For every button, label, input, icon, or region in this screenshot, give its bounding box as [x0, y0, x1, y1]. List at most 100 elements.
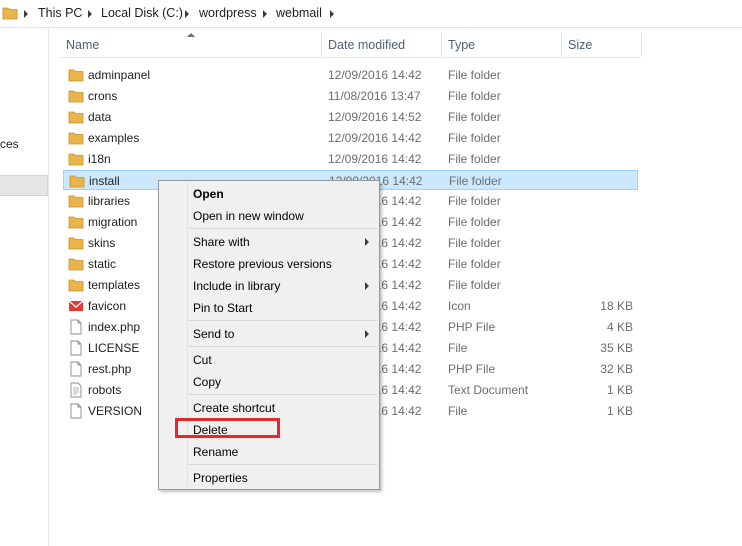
- file-icon: [68, 403, 84, 419]
- submenu-arrow-icon: [365, 282, 369, 290]
- folder-icon: [68, 67, 84, 83]
- file-icon: [68, 361, 84, 377]
- column-header-type[interactable]: Type: [442, 33, 562, 57]
- file-name: libraries: [88, 194, 131, 208]
- file-name: index.php: [88, 320, 141, 334]
- file-type: File folder: [448, 215, 501, 229]
- file-type: File folder: [448, 131, 501, 145]
- file-type: File folder: [448, 257, 501, 271]
- context-menu: Open Open in new window Share with Resto…: [158, 180, 380, 490]
- text-file-icon: [68, 382, 84, 398]
- file-row[interactable]: crons 11/08/2016 13:47 File folder: [63, 86, 637, 106]
- menu-separator: [189, 228, 377, 229]
- chevron-right-icon[interactable]: [263, 10, 267, 18]
- menu-item-copy[interactable]: Copy: [193, 375, 221, 389]
- file-name: install: [89, 174, 120, 188]
- chevron-right-icon[interactable]: [330, 10, 334, 18]
- folder-icon: [68, 109, 84, 125]
- file-date: 12/09/2016 14:52: [328, 110, 422, 124]
- file-size: 18 KB: [600, 299, 633, 313]
- menu-item-restore-previous-versions[interactable]: Restore previous versions: [193, 257, 332, 271]
- file-type: Text Document: [448, 383, 529, 397]
- file-type: File folder: [448, 110, 501, 124]
- chevron-right-icon[interactable]: [88, 10, 92, 18]
- menu-item-share-with[interactable]: Share with: [193, 235, 250, 249]
- file-type: PHP File: [448, 362, 496, 376]
- file-size: 32 KB: [600, 362, 633, 376]
- file-icon: [68, 340, 84, 356]
- file-name: templates: [88, 278, 141, 292]
- file-name: VERSION: [88, 404, 143, 418]
- file-row[interactable]: data 12/09/2016 14:52 File folder: [63, 107, 637, 127]
- column-header-size[interactable]: Size: [562, 33, 642, 57]
- file-type: File: [448, 341, 468, 355]
- file-size: 1 KB: [606, 383, 633, 397]
- file-name: data: [88, 110, 112, 124]
- navigation-pane: ces: [0, 28, 49, 546]
- menu-item-open-new-window[interactable]: Open in new window: [193, 209, 304, 223]
- menu-item-send-to[interactable]: Send to: [193, 327, 234, 341]
- file-size: 1 KB: [606, 404, 633, 418]
- header-divider: [60, 57, 640, 58]
- nav-item-label[interactable]: ces: [0, 137, 19, 151]
- file-type: Icon: [448, 299, 471, 313]
- folder-icon: [68, 235, 84, 251]
- nav-item-selected[interactable]: [0, 175, 48, 196]
- file-type: File folder: [448, 236, 501, 250]
- file-row[interactable]: adminpanel 12/09/2016 14:42 File folder: [63, 65, 637, 85]
- breadcrumb-item[interactable]: wordpress: [199, 6, 257, 20]
- file-name: skins: [88, 236, 116, 250]
- file-type: File: [448, 404, 468, 418]
- file-icon: [68, 319, 84, 335]
- file-type: PHP File: [448, 320, 496, 334]
- breadcrumb-item[interactable]: This PC: [38, 6, 82, 20]
- menu-separator: [189, 346, 377, 347]
- chevron-right-icon[interactable]: [24, 10, 28, 18]
- breadcrumb-item[interactable]: webmail: [276, 6, 322, 20]
- folder-icon: [69, 173, 85, 189]
- file-name: rest.php: [88, 362, 132, 376]
- menu-item-open[interactable]: Open: [193, 187, 224, 201]
- file-row[interactable]: i18n 12/09/2016 14:42 File folder: [63, 149, 637, 169]
- column-header-date[interactable]: Date modified: [322, 33, 442, 57]
- menu-item-create-shortcut[interactable]: Create shortcut: [193, 401, 275, 415]
- file-type: File folder: [448, 194, 501, 208]
- menu-item-cut[interactable]: Cut: [193, 353, 212, 367]
- folder-icon: [68, 151, 84, 167]
- address-bar[interactable]: This PC Local Disk (C:) wordpress webmai…: [0, 0, 742, 28]
- file-name: examples: [88, 131, 140, 145]
- folder-icon: [68, 256, 84, 272]
- file-date: 12/09/2016 14:42: [328, 152, 422, 166]
- submenu-arrow-icon: [365, 238, 369, 246]
- mail-icon: [68, 298, 84, 314]
- folder-icon: [68, 277, 84, 293]
- file-name: migration: [88, 215, 138, 229]
- menu-item-properties[interactable]: Properties: [193, 471, 248, 485]
- menu-separator: [189, 394, 377, 395]
- file-type: File folder: [448, 68, 501, 82]
- sort-ascending-icon: [187, 33, 195, 37]
- file-name: LICENSE: [88, 341, 140, 355]
- menu-gutter: [187, 183, 188, 487]
- breadcrumb-item[interactable]: Local Disk (C:): [101, 6, 183, 20]
- file-name: crons: [88, 89, 118, 103]
- file-name: adminpanel: [88, 68, 151, 82]
- menu-separator: [189, 320, 377, 321]
- folder-icon: [2, 7, 18, 20]
- delete-highlight-annotation: [175, 418, 280, 438]
- chevron-right-icon[interactable]: [185, 10, 189, 18]
- folder-icon: [68, 130, 84, 146]
- file-type: File folder: [449, 174, 502, 188]
- file-size: 4 KB: [606, 320, 633, 334]
- menu-item-include-in-library[interactable]: Include in library: [193, 279, 280, 293]
- file-row[interactable]: examples 12/09/2016 14:42 File folder: [63, 128, 637, 148]
- submenu-arrow-icon: [365, 330, 369, 338]
- menu-item-rename[interactable]: Rename: [193, 445, 238, 459]
- folder-icon: [68, 88, 84, 104]
- file-type: File folder: [448, 89, 501, 103]
- file-type: File folder: [448, 152, 501, 166]
- menu-item-pin-to-start[interactable]: Pin to Start: [193, 301, 252, 315]
- folder-icon: [68, 214, 84, 230]
- file-type: File folder: [448, 278, 501, 292]
- file-date: 11/08/2016 13:47: [328, 89, 421, 103]
